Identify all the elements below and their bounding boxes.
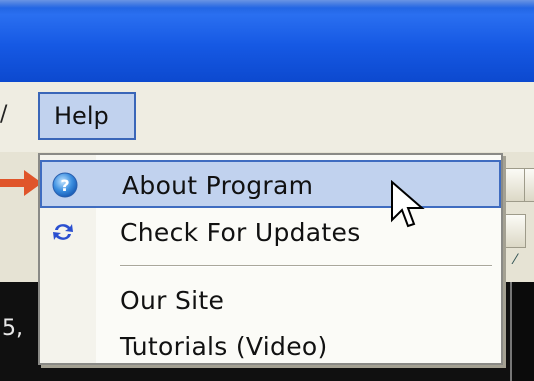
menu-bar: / Help	[0, 82, 534, 153]
window-title-bar[interactable]	[0, 0, 534, 82]
menu-item-our-site[interactable]: Our Site	[40, 277, 501, 325]
display-panel-right	[510, 282, 534, 381]
help-icon: ?	[52, 172, 78, 198]
refresh-icon	[53, 224, 73, 240]
title-bar-shine	[0, 0, 534, 8]
menu-item-label: Check For Updates	[120, 218, 361, 247]
menu-item-label: Our Site	[120, 286, 225, 315]
menu-item-about-program[interactable]: ? About Program	[40, 160, 501, 208]
toolbar-button[interactable]	[524, 168, 534, 202]
menu-item-label: Tutorials (Video)	[120, 332, 328, 361]
toolbar-button[interactable]	[504, 168, 526, 202]
menu-item-check-for-updates[interactable]: Check For Updates	[40, 209, 501, 257]
menu-item-previous[interactable]: /	[0, 102, 7, 127]
menu-help[interactable]: Help	[38, 92, 136, 140]
help-dropdown-menu: ? About Program Check For Updates Our Si…	[38, 153, 503, 365]
mouse-cursor-icon	[391, 180, 425, 228]
menu-item-label: About Program	[122, 171, 314, 200]
toolbar-button[interactable]	[504, 214, 526, 248]
panel-text-fragment: 5,	[2, 316, 23, 341]
menu-separator	[120, 265, 492, 267]
menu-item-tutorials-video[interactable]: Tutorials (Video)	[40, 323, 501, 371]
toolbar-tool-icon[interactable]: ⁄	[514, 252, 516, 268]
menu-help-label: Help	[54, 102, 109, 130]
svg-text:?: ?	[60, 176, 69, 195]
